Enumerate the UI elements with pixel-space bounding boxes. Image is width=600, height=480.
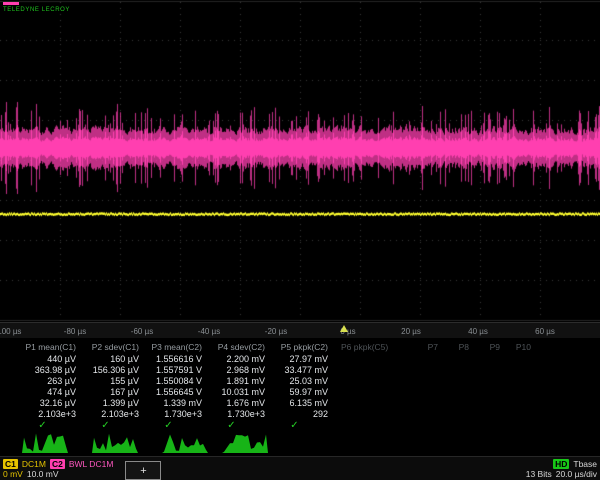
meas-value: 1.730e+3 xyxy=(207,409,270,420)
c1-badge[interactable]: C1 xyxy=(3,459,18,469)
meas-value: 156.306 µV xyxy=(81,365,144,376)
meas-col-header[interactable]: P5 pkpk(C2) xyxy=(270,340,333,354)
waveform-canvas[interactable] xyxy=(0,0,600,322)
timebase-descriptor[interactable]: HD Tbase 13 Bits 20.0 µs/div xyxy=(526,458,597,479)
meas-gutter xyxy=(0,398,18,409)
oscilloscope-app: TELEDYNE LECROY -100 µs -80 µs -60 µs -40 µ… xyxy=(0,0,600,480)
measure-histogram-icon[interactable] xyxy=(162,430,208,454)
c2-coupling: BWL DC1M xyxy=(69,459,114,469)
meas-value: 263 µV xyxy=(18,376,81,387)
measure-histogram-icon[interactable] xyxy=(222,430,268,454)
meas-value: 1.556616 V xyxy=(144,354,207,365)
timebase-scale: 20.0 µs/div xyxy=(556,469,597,479)
meas-value: 2.200 mV xyxy=(207,354,270,365)
meas-gutter xyxy=(0,387,18,398)
meas-value: 6.135 mV xyxy=(270,398,333,409)
meas-value: 1.891 mV xyxy=(207,376,270,387)
axis-tick-label: -60 µs xyxy=(131,327,153,336)
meas-value: 59.97 mV xyxy=(270,387,333,398)
c1-coupling: DC1M xyxy=(22,459,46,469)
meas-value: 440 µV xyxy=(18,354,81,365)
c2-badge[interactable]: C2 xyxy=(50,459,65,469)
measure-histogram-icon[interactable] xyxy=(92,430,138,454)
axis-tick-label: -80 µs xyxy=(64,327,86,336)
meas-gutter xyxy=(0,340,18,354)
axis-tick-label: -40 µs xyxy=(198,327,220,336)
meas-value: 1.730e+3 xyxy=(144,409,207,420)
c1-scale: 10.0 mV xyxy=(27,469,59,479)
meas-col-header[interactable]: P1 mean(C1) xyxy=(18,340,81,354)
c1-offset: 0 mV xyxy=(3,469,23,479)
brand-overlay: TELEDYNE LECROY xyxy=(3,2,70,14)
meas-value: 1.339 mV xyxy=(144,398,207,409)
meas-value: 1.557591 V xyxy=(144,365,207,376)
meas-col-header[interactable]: P4 sdev(C2) xyxy=(207,340,270,354)
meas-value: 160 µV xyxy=(81,354,144,365)
histicon-row xyxy=(0,428,600,456)
add-trace-button[interactable]: + xyxy=(125,461,161,480)
meas-gutter xyxy=(0,376,18,387)
meas-value: 1.556645 V xyxy=(144,387,207,398)
time-axis: -100 µs-80 µs-60 µs-40 µs-20 µs0 µs20 µs… xyxy=(0,322,600,338)
meas-value: 1.399 µV xyxy=(81,398,144,409)
meas-col-header-dim[interactable]: P7 xyxy=(411,340,442,354)
meas-value: 2.103e+3 xyxy=(18,409,81,420)
meas-col-header-dim[interactable]: P6 pkpk(C5) xyxy=(333,340,411,354)
meas-value: 1.676 mV xyxy=(207,398,270,409)
meas-col-header[interactable]: P2 sdev(C1) xyxy=(81,340,144,354)
meas-value: 1.550084 V xyxy=(144,376,207,387)
measure-histogram-icon[interactable] xyxy=(22,430,68,454)
meas-value: 363.98 µV xyxy=(18,365,81,376)
meas-value: 2.968 mV xyxy=(207,365,270,376)
meas-value: 167 µV xyxy=(81,387,144,398)
axis-tick-label: -20 µs xyxy=(265,327,287,336)
statusbar-spacer xyxy=(161,458,525,479)
measurement-table: P1 mean(C1)P2 sdev(C1)P3 mean(C2)P4 sdev… xyxy=(0,338,600,428)
timebase-label: Tbase xyxy=(573,459,597,469)
meas-value: 10.031 mV xyxy=(207,387,270,398)
meas-col-header[interactable]: P3 mean(C2) xyxy=(144,340,207,354)
axis-tick-label: 60 µs xyxy=(535,327,555,336)
brand-logo: TELEDYNE LECROY xyxy=(3,7,70,14)
meas-gutter xyxy=(0,409,18,420)
add-trace-label: + xyxy=(140,465,146,477)
channel-descriptors[interactable]: C1 DC1M C2 BWL DC1M 0 mV 10.0 mV xyxy=(3,458,113,479)
meas-value: 292 xyxy=(270,409,333,420)
meas-value: 33.477 mV xyxy=(270,365,333,376)
axis-tick-label: 40 µs xyxy=(468,327,488,336)
meas-value: 27.97 mV xyxy=(270,354,333,365)
c2-activity-marker xyxy=(3,2,19,5)
timebase-bits: 13 Bits xyxy=(526,469,552,479)
meas-col-header-dim[interactable]: P8 xyxy=(442,340,473,354)
meas-col-header-dim[interactable]: P10 xyxy=(504,340,535,354)
meas-value: 474 µV xyxy=(18,387,81,398)
axis-tick-label: 20 µs xyxy=(401,327,421,336)
meas-gutter xyxy=(0,354,18,365)
meas-value: 2.103e+3 xyxy=(81,409,144,420)
status-bar: C1 DC1M C2 BWL DC1M 0 mV 10.0 mV + HD Tb… xyxy=(0,456,600,480)
meas-value: 32.16 µV xyxy=(18,398,81,409)
trigger-position-marker[interactable] xyxy=(340,325,348,332)
meas-col-header-dim[interactable]: P9 xyxy=(473,340,504,354)
meas-value: 155 µV xyxy=(81,376,144,387)
meas-gutter xyxy=(0,365,18,376)
hd-badge: HD xyxy=(553,459,569,469)
axis-tick-label: -100 µs xyxy=(0,327,21,336)
waveform-display[interactable]: TELEDYNE LECROY xyxy=(0,0,600,322)
meas-value: 25.03 mV xyxy=(270,376,333,387)
